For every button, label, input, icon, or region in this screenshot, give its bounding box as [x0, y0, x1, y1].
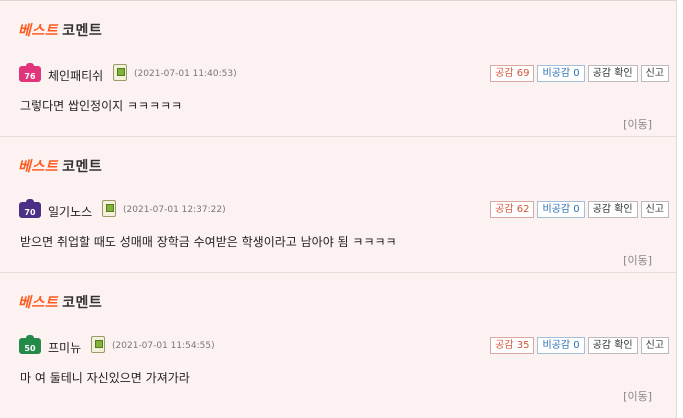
- comment-label: 코멘트: [62, 23, 103, 39]
- comment-date: (2021-07-01 11:54:55): [112, 341, 215, 351]
- like-check-button[interactable]: 공감 확인: [587, 201, 638, 218]
- dislike-button[interactable]: 비공감 0: [537, 337, 585, 354]
- like-button[interactable]: 공감 62: [490, 201, 535, 218]
- best-comments-panel: 베스트 코멘트 76 체인패티쉬 (2021-07-01 11:40:53) 공감…: [0, 0, 677, 418]
- move-link[interactable]: [이동]: [623, 252, 652, 268]
- like-button[interactable]: 공감 35: [490, 337, 535, 354]
- best-label: 베스트: [18, 159, 59, 175]
- comment-actions: 공감 62 비공감 0 공감 확인 신고: [490, 201, 669, 218]
- like-check-button[interactable]: 공감 확인: [587, 337, 638, 354]
- dislike-button[interactable]: 비공감 0: [537, 65, 585, 82]
- nickname[interactable]: 일기노스: [48, 203, 92, 220]
- comment-label: 코멘트: [62, 295, 103, 311]
- comment-actions: 공감 35 비공감 0 공감 확인 신고: [490, 337, 669, 354]
- comment-actions: 공감 69 비공감 0 공감 확인 신고: [490, 65, 669, 82]
- dislike-button[interactable]: 비공감 0: [537, 201, 585, 218]
- comment-text: 받으면 취업할 때도 성매매 장학금 수여받은 학생이라고 남아야 됨 ㅋㅋㅋㅋ: [20, 235, 397, 249]
- report-button[interactable]: 신고: [640, 337, 669, 354]
- nickname[interactable]: 체인패티쉬: [48, 67, 103, 84]
- like-button[interactable]: 공감 69: [490, 65, 535, 82]
- move-link[interactable]: [이동]: [623, 388, 652, 404]
- section-title: 베스트 코멘트: [18, 156, 102, 176]
- section-title: 베스트 코멘트: [18, 20, 102, 40]
- report-button[interactable]: 신고: [640, 201, 669, 218]
- level-number: 70: [24, 208, 36, 217]
- level-number: 76: [24, 72, 36, 81]
- nickname[interactable]: 프미뉴: [48, 339, 81, 356]
- level-number: 50: [24, 344, 36, 353]
- best-comment: 베스트 코멘트 50 프미뉴 (2021-07-01 11:54:55) 공감 3…: [0, 273, 676, 409]
- mobile-icon: [91, 336, 105, 353]
- best-comment: 베스트 코멘트 70 일기노스 (2021-07-01 12:37:22) 공감 …: [0, 137, 676, 273]
- comment-date: (2021-07-01 12:37:22): [123, 205, 226, 215]
- comment-text: 마 여 둘테니 자신있으면 가져가라: [20, 371, 190, 385]
- level-badge: 70: [19, 199, 41, 218]
- best-label: 베스트: [18, 23, 59, 39]
- best-label: 베스트: [18, 295, 59, 311]
- move-link[interactable]: [이동]: [623, 116, 652, 132]
- section-title: 베스트 코멘트: [18, 292, 102, 312]
- comment-text: 그렇다면 쌉인정이지 ㅋㅋㅋㅋㅋ: [20, 99, 183, 113]
- comment-date: (2021-07-01 11:40:53): [134, 69, 237, 79]
- level-badge: 50: [19, 335, 41, 354]
- mobile-icon: [102, 200, 116, 217]
- report-button[interactable]: 신고: [640, 65, 669, 82]
- comment-label: 코멘트: [62, 159, 103, 175]
- like-check-button[interactable]: 공감 확인: [587, 65, 638, 82]
- level-badge: 76: [19, 63, 41, 82]
- mobile-icon: [113, 64, 127, 81]
- best-comment: 베스트 코멘트 76 체인패티쉬 (2021-07-01 11:40:53) 공감…: [0, 1, 676, 137]
